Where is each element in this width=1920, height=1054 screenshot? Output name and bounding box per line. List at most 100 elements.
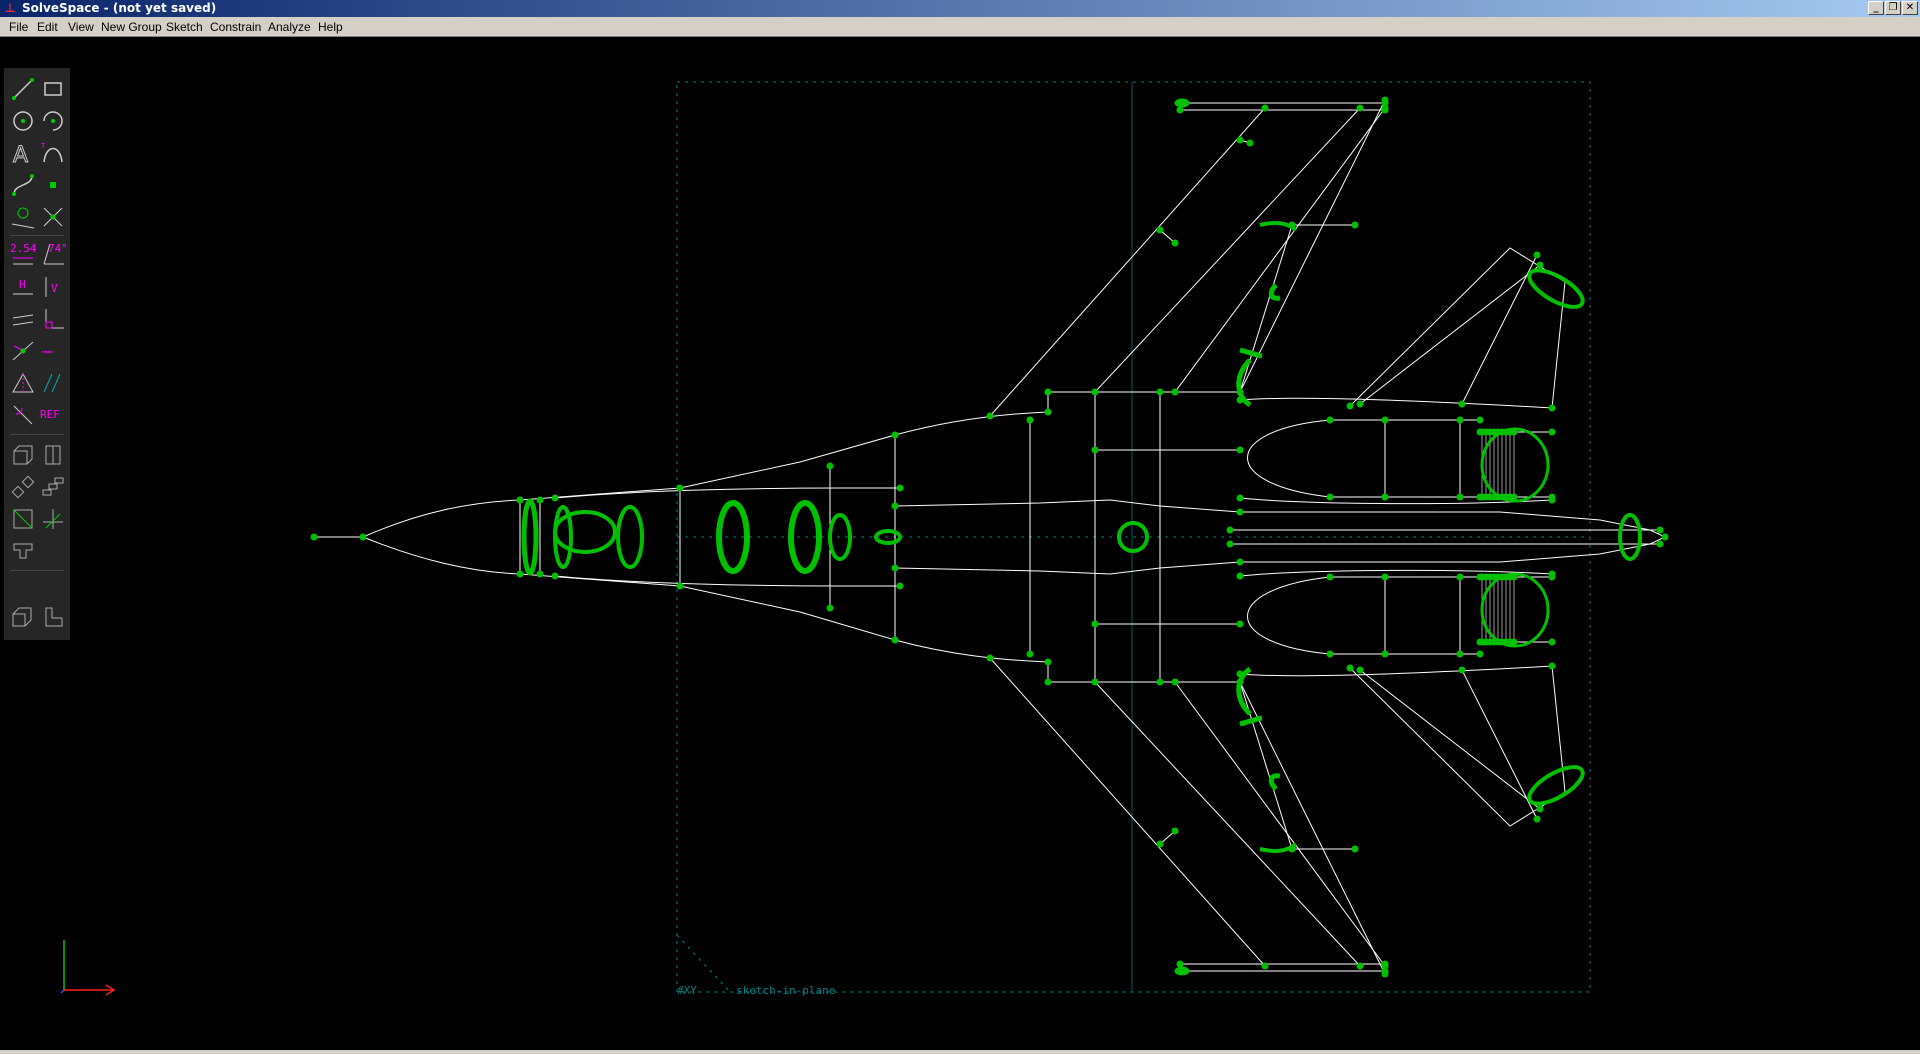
step-rotate-icon[interactable]: [10, 474, 36, 500]
menu-view[interactable]: View: [68, 20, 94, 34]
sketch-in-plane-icon[interactable]: [10, 506, 36, 532]
constraint-point: [1326, 416, 1334, 424]
symmetric-constraint-icon[interactable]: [10, 370, 36, 396]
constraint-point: [1548, 573, 1556, 581]
constraint-point: [1171, 827, 1179, 835]
split-curves-icon[interactable]: [40, 204, 66, 230]
constraint-point: [1156, 678, 1164, 686]
line-tool-icon[interactable]: [10, 76, 36, 102]
z-axis-line: [60, 989, 65, 994]
constraint-point: [1236, 136, 1244, 144]
constraint-point: [1236, 620, 1244, 628]
minimize-icon[interactable]: _: [1868, 1, 1884, 15]
constraint-point: [1351, 845, 1359, 853]
constraint-point: [1226, 540, 1234, 548]
constraint-point: [676, 484, 684, 492]
other-supplementary-icon[interactable]: [10, 402, 36, 428]
constraint-point: [1326, 650, 1334, 658]
constraint-point: [1236, 388, 1244, 396]
constraint-point: [1476, 650, 1484, 658]
distance-constraint-icon[interactable]: 2.54: [10, 242, 37, 268]
datum-point-tool-icon[interactable]: [40, 172, 66, 198]
constraint-point: [1381, 573, 1389, 581]
constraint-point: [1536, 261, 1544, 269]
constraint-point: [1381, 650, 1389, 658]
vertical-constraint-icon[interactable]: V: [40, 274, 66, 300]
menu-analyze[interactable]: Analyze: [268, 20, 311, 34]
angle-constraint-icon[interactable]: 74°: [40, 242, 68, 268]
extrude-icon[interactable]: [10, 442, 36, 468]
tangent-arc-tool-icon[interactable]: T: [40, 140, 66, 166]
tool-palette: A T 2.54 74° H V →← REF: [4, 68, 70, 640]
menu-sketch[interactable]: Sketch: [166, 20, 203, 34]
menu-help[interactable]: Help: [318, 20, 343, 34]
constraint-point: [891, 564, 899, 572]
constraint-point: [1381, 493, 1389, 501]
lathe-icon[interactable]: [40, 442, 66, 468]
sketch-in-3d-icon[interactable]: [40, 506, 66, 532]
constraint-point: [1548, 428, 1556, 436]
menu-new-group[interactable]: New Group: [101, 20, 162, 34]
constraint-point: [1381, 99, 1389, 107]
menu-file[interactable]: File: [9, 20, 28, 34]
constraint-point: [1236, 670, 1244, 678]
rectangle-tool-icon[interactable]: [40, 76, 66, 102]
constraint-point: [891, 502, 899, 510]
restore-icon[interactable]: ❐: [1885, 1, 1901, 15]
menu-edit[interactable]: Edit: [37, 20, 58, 34]
constraint-point: [1510, 493, 1518, 501]
equal-constraint-icon[interactable]: →←: [40, 338, 66, 364]
constraint-point: [986, 412, 994, 420]
same-orientation-icon[interactable]: [40, 370, 66, 396]
perpendicular-constraint-icon[interactable]: [40, 306, 66, 332]
step-translate-icon[interactable]: [40, 474, 66, 500]
axes-indicator: [56, 938, 120, 1002]
constraint-point: [1356, 104, 1364, 112]
constraint-point: [896, 484, 904, 492]
close-icon[interactable]: ✕: [1902, 1, 1918, 15]
constraint-point: [1044, 388, 1052, 396]
point-on-entity-icon[interactable]: [10, 338, 36, 364]
nearest-isometric-icon[interactable]: [10, 604, 36, 630]
nearest-ortho-icon[interactable]: [40, 604, 66, 630]
construction-toggle-icon[interactable]: [10, 204, 36, 230]
constraint-point: [1156, 388, 1164, 396]
parallel-constraint-icon[interactable]: [10, 306, 36, 332]
constraint-point: [1091, 388, 1099, 396]
constraint-point: [1176, 106, 1184, 114]
cubic-spline-tool-icon[interactable]: [10, 172, 36, 198]
constraint-point: [1456, 493, 1464, 501]
constraint-point: [1171, 678, 1179, 686]
sketch-canvas[interactable]: #XY sketch-in-plane: [4, 38, 1920, 1050]
constraint-point: [1381, 960, 1389, 968]
arc-tool-icon[interactable]: [40, 108, 66, 134]
constraint-point: [1261, 104, 1269, 112]
circle-tool-icon[interactable]: [10, 108, 36, 134]
constraint-point: [1661, 533, 1669, 541]
constraint-point: [1091, 446, 1099, 454]
constraint-point: [1476, 416, 1484, 424]
title-bar: ⊥ SolveSpace - (not yet saved) _ ❐ ✕: [0, 0, 1920, 17]
constraint-point: [536, 496, 544, 504]
distance-value-label: 2.54: [10, 242, 37, 255]
group-label: sketch-in-plane: [736, 984, 835, 997]
link-import-icon[interactable]: [10, 538, 36, 564]
constraint-point: [1458, 400, 1466, 408]
toolbar-divider: [10, 235, 64, 236]
text-tool-icon[interactable]: A: [10, 140, 36, 167]
constraint-point: [1236, 678, 1244, 686]
constraint-point: [1236, 508, 1244, 516]
constraint-point: [1381, 106, 1389, 114]
horizontal-constraint-icon[interactable]: H: [10, 274, 36, 300]
menu-constrain[interactable]: Constrain: [210, 20, 261, 34]
constraint-point: [1548, 493, 1556, 501]
constraint-point: [1510, 573, 1518, 581]
reference-label: REF: [40, 408, 60, 421]
constraint-point: [1656, 526, 1664, 534]
reference-toggle-icon[interactable]: REF: [40, 402, 70, 428]
constraint-point: [1091, 678, 1099, 686]
constraint-point: [1510, 638, 1518, 646]
constraint-point: [896, 582, 904, 590]
constraint-point: [1026, 416, 1034, 424]
constraint-point: [891, 636, 899, 644]
